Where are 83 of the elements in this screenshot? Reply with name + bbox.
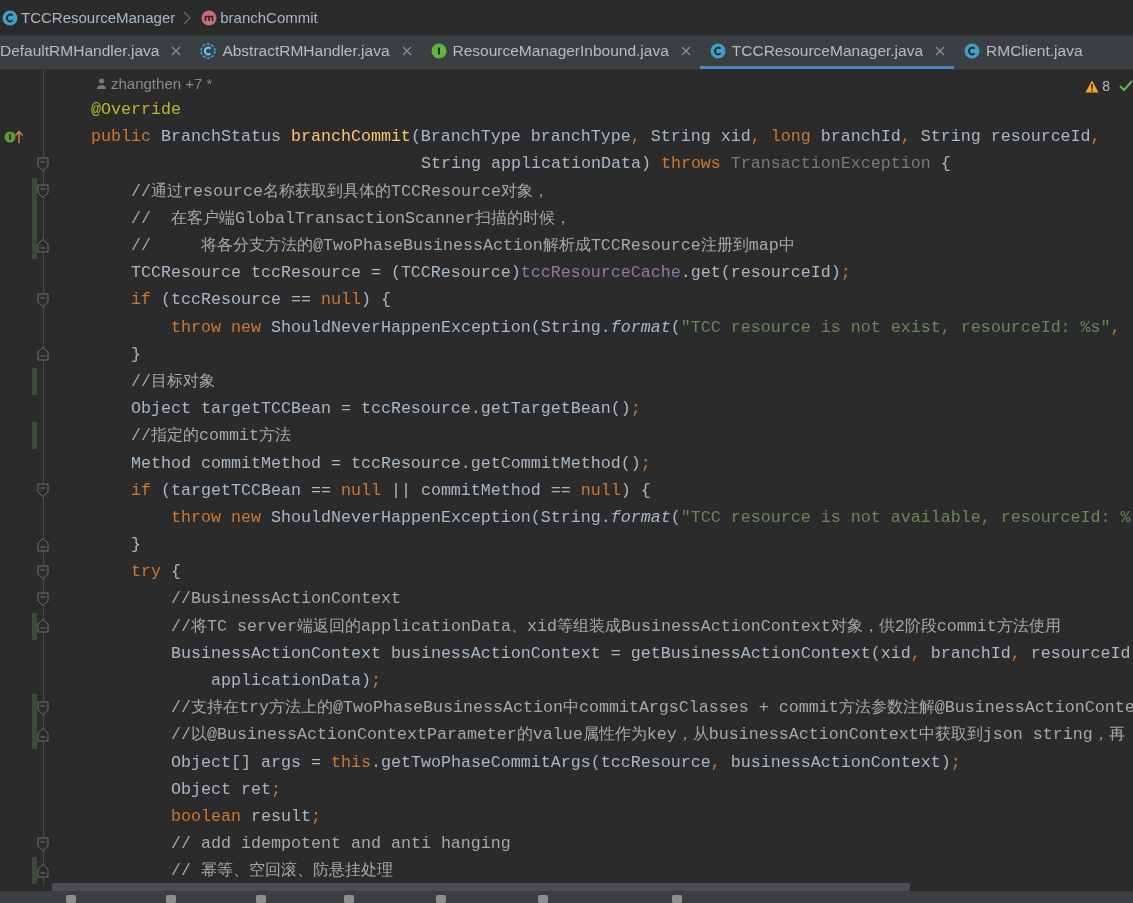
scrollbar-thumb[interactable] <box>52 883 910 891</box>
editor-tab[interactable]: TCCResourceManager.java <box>699 36 955 69</box>
close-icon[interactable] <box>171 46 182 56</box>
unfold-icon[interactable] <box>37 619 49 634</box>
unfold-icon[interactable] <box>37 863 49 878</box>
fold-icon[interactable] <box>37 836 49 851</box>
change-marker[interactable] <box>32 721 37 749</box>
author-hint[interactable]: zhangthen +7 * <box>111 74 213 92</box>
code-line: try { <box>130 562 181 582</box>
code-line: // add idempotent and anti hanging <box>170 834 511 854</box>
code-line: } <box>130 344 141 364</box>
code-line: } <box>130 535 141 555</box>
breadcrumb-item[interactable]: TCCResourceManager <box>21 9 176 26</box>
change-marker[interactable] <box>32 231 37 260</box>
editor-tab[interactable]: ResourceManagerInbound.java <box>420 36 700 69</box>
close-icon[interactable] <box>401 46 412 56</box>
fold-icon[interactable] <box>37 591 49 606</box>
code-line: //支持在try方法上的@TwoPhaseBusinessAction中commitArgsClasses + commit方法参数注解@BusinessActionConte <box>170 697 1133 719</box>
warning-icon[interactable] <box>1085 79 1100 93</box>
code-line: // 幂等、空回滚、防悬挂处理 <box>170 860 393 882</box>
code-line: Object ret; <box>170 779 281 799</box>
code-line: if (targetTCCBean == null || commitMethod == null) { <box>130 480 651 500</box>
unfold-icon[interactable] <box>37 347 49 362</box>
code-line: //通过resource名称获取到具体的TCCResource对象， <box>130 180 549 202</box>
close-icon[interactable] <box>935 46 946 56</box>
code-line: //指定的commit方法 <box>130 425 291 447</box>
code-line: TCCResource tccResource = (TCCResource)tccResourceCache.get(resourceId); <box>130 263 851 283</box>
editor-tab[interactable]: AbstractRMHandler.java <box>190 36 421 69</box>
change-marker[interactable] <box>32 177 37 205</box>
fold-icon[interactable] <box>37 700 49 715</box>
change-marker[interactable] <box>32 857 37 885</box>
fold-icon[interactable] <box>37 483 49 498</box>
toolbar-icon[interactable] <box>342 895 356 903</box>
fold-icon[interactable] <box>37 292 49 307</box>
abstract-class-icon <box>200 43 217 59</box>
code-line: // 在客户端GlobalTransactionScanner扫描的时候， <box>130 207 571 229</box>
change-marker[interactable] <box>32 367 37 396</box>
code-line: //将TC server端返回的applicationData、xid等组装成BusinessActionContext对象，供2阶段commit方法使用 <box>170 615 1061 637</box>
toolbar-icon[interactable] <box>254 895 268 903</box>
toolbar-icon[interactable] <box>64 895 78 903</box>
code-line: throw new ShouldNeverHappenException(String.format("TCC resource is not available, resourceId: % <box>170 507 1131 527</box>
unfold-icon[interactable] <box>37 727 49 742</box>
code-line: boolean result; <box>170 806 321 826</box>
code-line: String applicationData) throws TransactionException { <box>420 154 951 174</box>
code-line: public BranchStatus branchCommit(BranchType branchType, String xid, long branchId, String resourceId, <box>90 127 1101 147</box>
change-marker[interactable] <box>32 422 37 450</box>
toolbar-icon[interactable] <box>164 895 178 903</box>
change-marker[interactable] <box>32 694 37 722</box>
code-line: BusinessActionContext businessActionContext = getBusinessActionContext(xid, branchId, resourceId <box>170 643 1131 663</box>
toolbar-icon[interactable] <box>434 895 448 903</box>
class-icon <box>709 43 726 59</box>
change-marker[interactable] <box>32 612 37 640</box>
fold-icon[interactable] <box>37 184 49 199</box>
class-icon <box>2 9 18 26</box>
implemented-marker-icon[interactable] <box>4 129 26 144</box>
toolbar-icon[interactable] <box>536 895 550 903</box>
editor-tab[interactable]: RMClient.java <box>954 36 1092 69</box>
fold-icon[interactable] <box>37 156 49 171</box>
toolbar-icon[interactable] <box>670 895 684 903</box>
close-icon[interactable] <box>680 46 691 56</box>
code-line: //以@BusinessActionContextParameter的value属性作为key，从businessActionContext中获取到json string，再 <box>170 724 1125 746</box>
chevron-icon <box>183 10 192 25</box>
code-line: @Override <box>90 100 181 120</box>
code-line: // 将各分支方法的@TwoPhaseBusinessAction解析成TCCResource注册到map中 <box>130 235 795 257</box>
person-icon <box>96 77 107 89</box>
class-icon <box>964 43 981 59</box>
fold-icon[interactable] <box>37 564 49 579</box>
unfold-icon[interactable] <box>37 238 49 253</box>
unfold-icon[interactable] <box>37 537 49 552</box>
code-line: applicationData); <box>210 671 381 691</box>
editor-tab[interactable]: DefaultRMHandler.java <box>0 36 191 69</box>
code-line: //BusinessActionContext <box>170 589 401 609</box>
code-line: throw new ShouldNeverHappenException(String.format("TCC resource is not exist, resourceId: %s", <box>170 317 1121 337</box>
check-icon[interactable] <box>1119 80 1133 92</box>
breadcrumb-item[interactable]: branchCommit <box>220 9 318 26</box>
warning-count[interactable]: 8 <box>1102 78 1110 94</box>
method-icon <box>201 9 218 26</box>
code-line: //目标对象 <box>130 370 215 392</box>
code-line: Object[] args = this.getTwoPhaseCommitArgs(tccResource, businessActionContext); <box>170 752 961 772</box>
code-line: Method commitMethod = tccResource.getCommitMethod(); <box>130 453 651 473</box>
code-line: if (tccResource == null) { <box>130 290 391 310</box>
interface-icon <box>430 43 447 59</box>
code-line: Object targetTCCBean = tccResource.getTargetBean(); <box>130 399 641 419</box>
